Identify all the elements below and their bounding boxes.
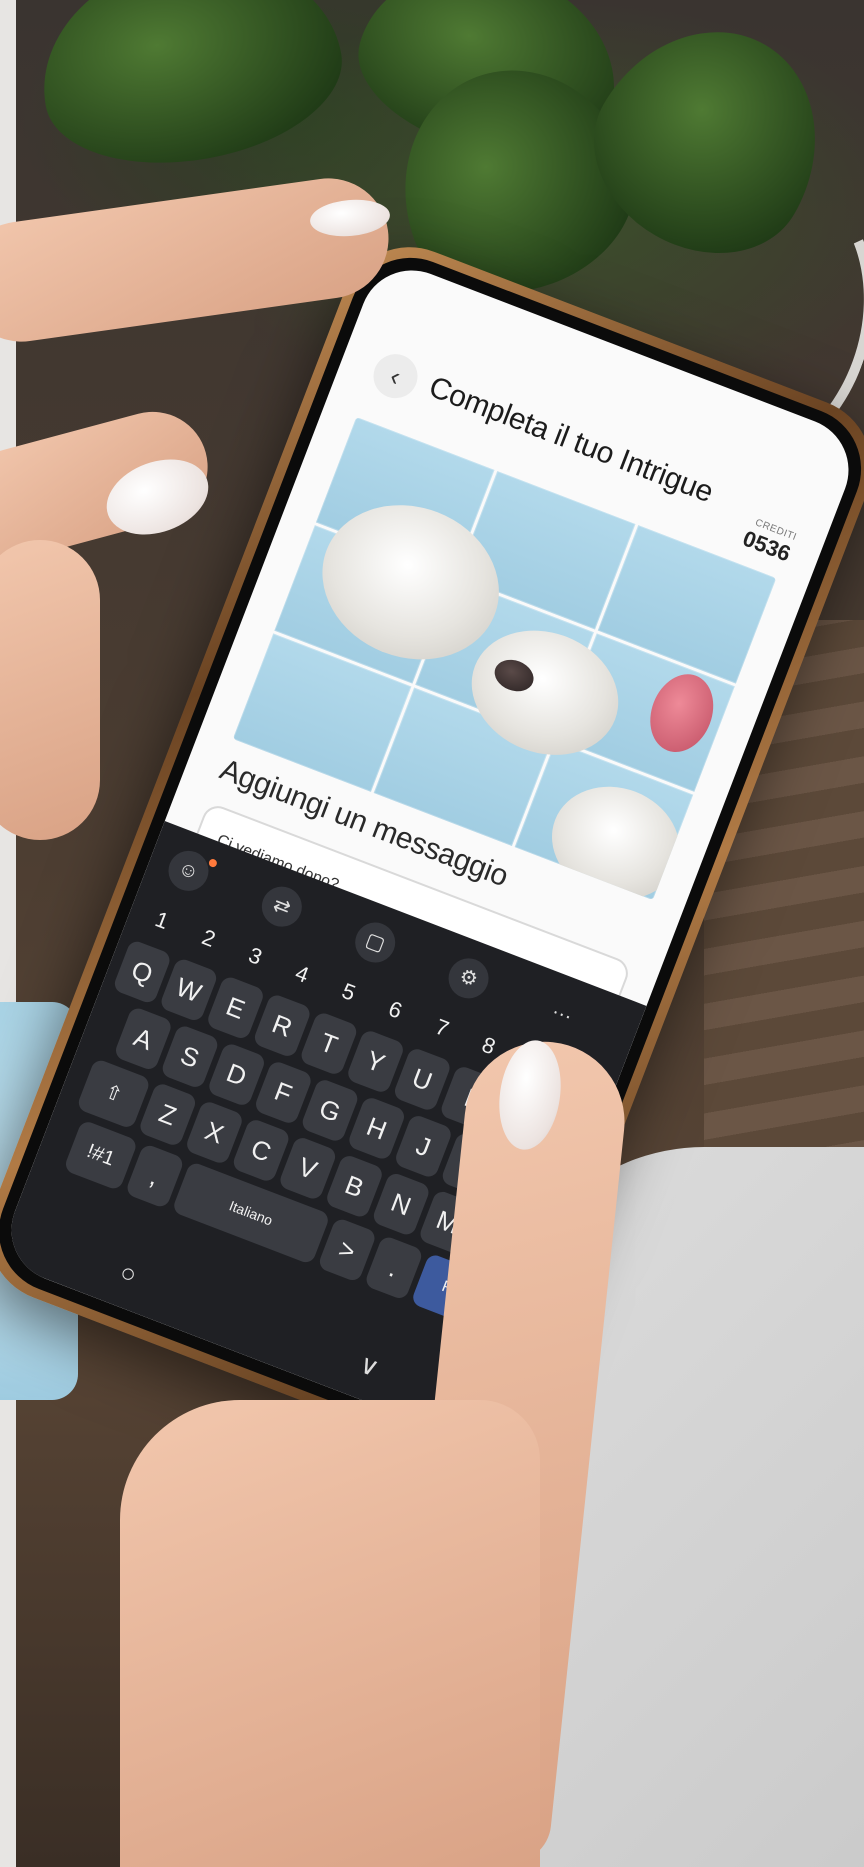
chevron-left-icon: ‹ [386, 360, 405, 392]
chevron-down-icon[interactable]: ∨ [352, 1339, 388, 1392]
clipboard-icon[interactable]: ▢ [349, 916, 402, 969]
left-hand-palm [0, 540, 100, 840]
photo-scene: ‹ Completa il tuo Intrigue CREDITI 0536 [0, 0, 864, 1867]
home-icon[interactable]: ○ [112, 1247, 145, 1299]
more-icon[interactable]: ··· [536, 988, 588, 1040]
plant-leaf [24, 0, 356, 185]
credits-counter: CREDITI 0536 [739, 515, 799, 567]
back-button[interactable]: ‹ [367, 347, 424, 405]
right-hand-fingers [120, 1400, 540, 1867]
notification-dot [207, 857, 219, 869]
emoji-icon[interactable]: ☺ [162, 844, 215, 897]
shift-key[interactable]: ⇧ [75, 1057, 152, 1130]
symbols-key[interactable]: !#1 [63, 1119, 139, 1192]
translate-icon[interactable]: ⇄ [256, 880, 308, 933]
settings-icon[interactable]: ⚙ [442, 952, 495, 1005]
